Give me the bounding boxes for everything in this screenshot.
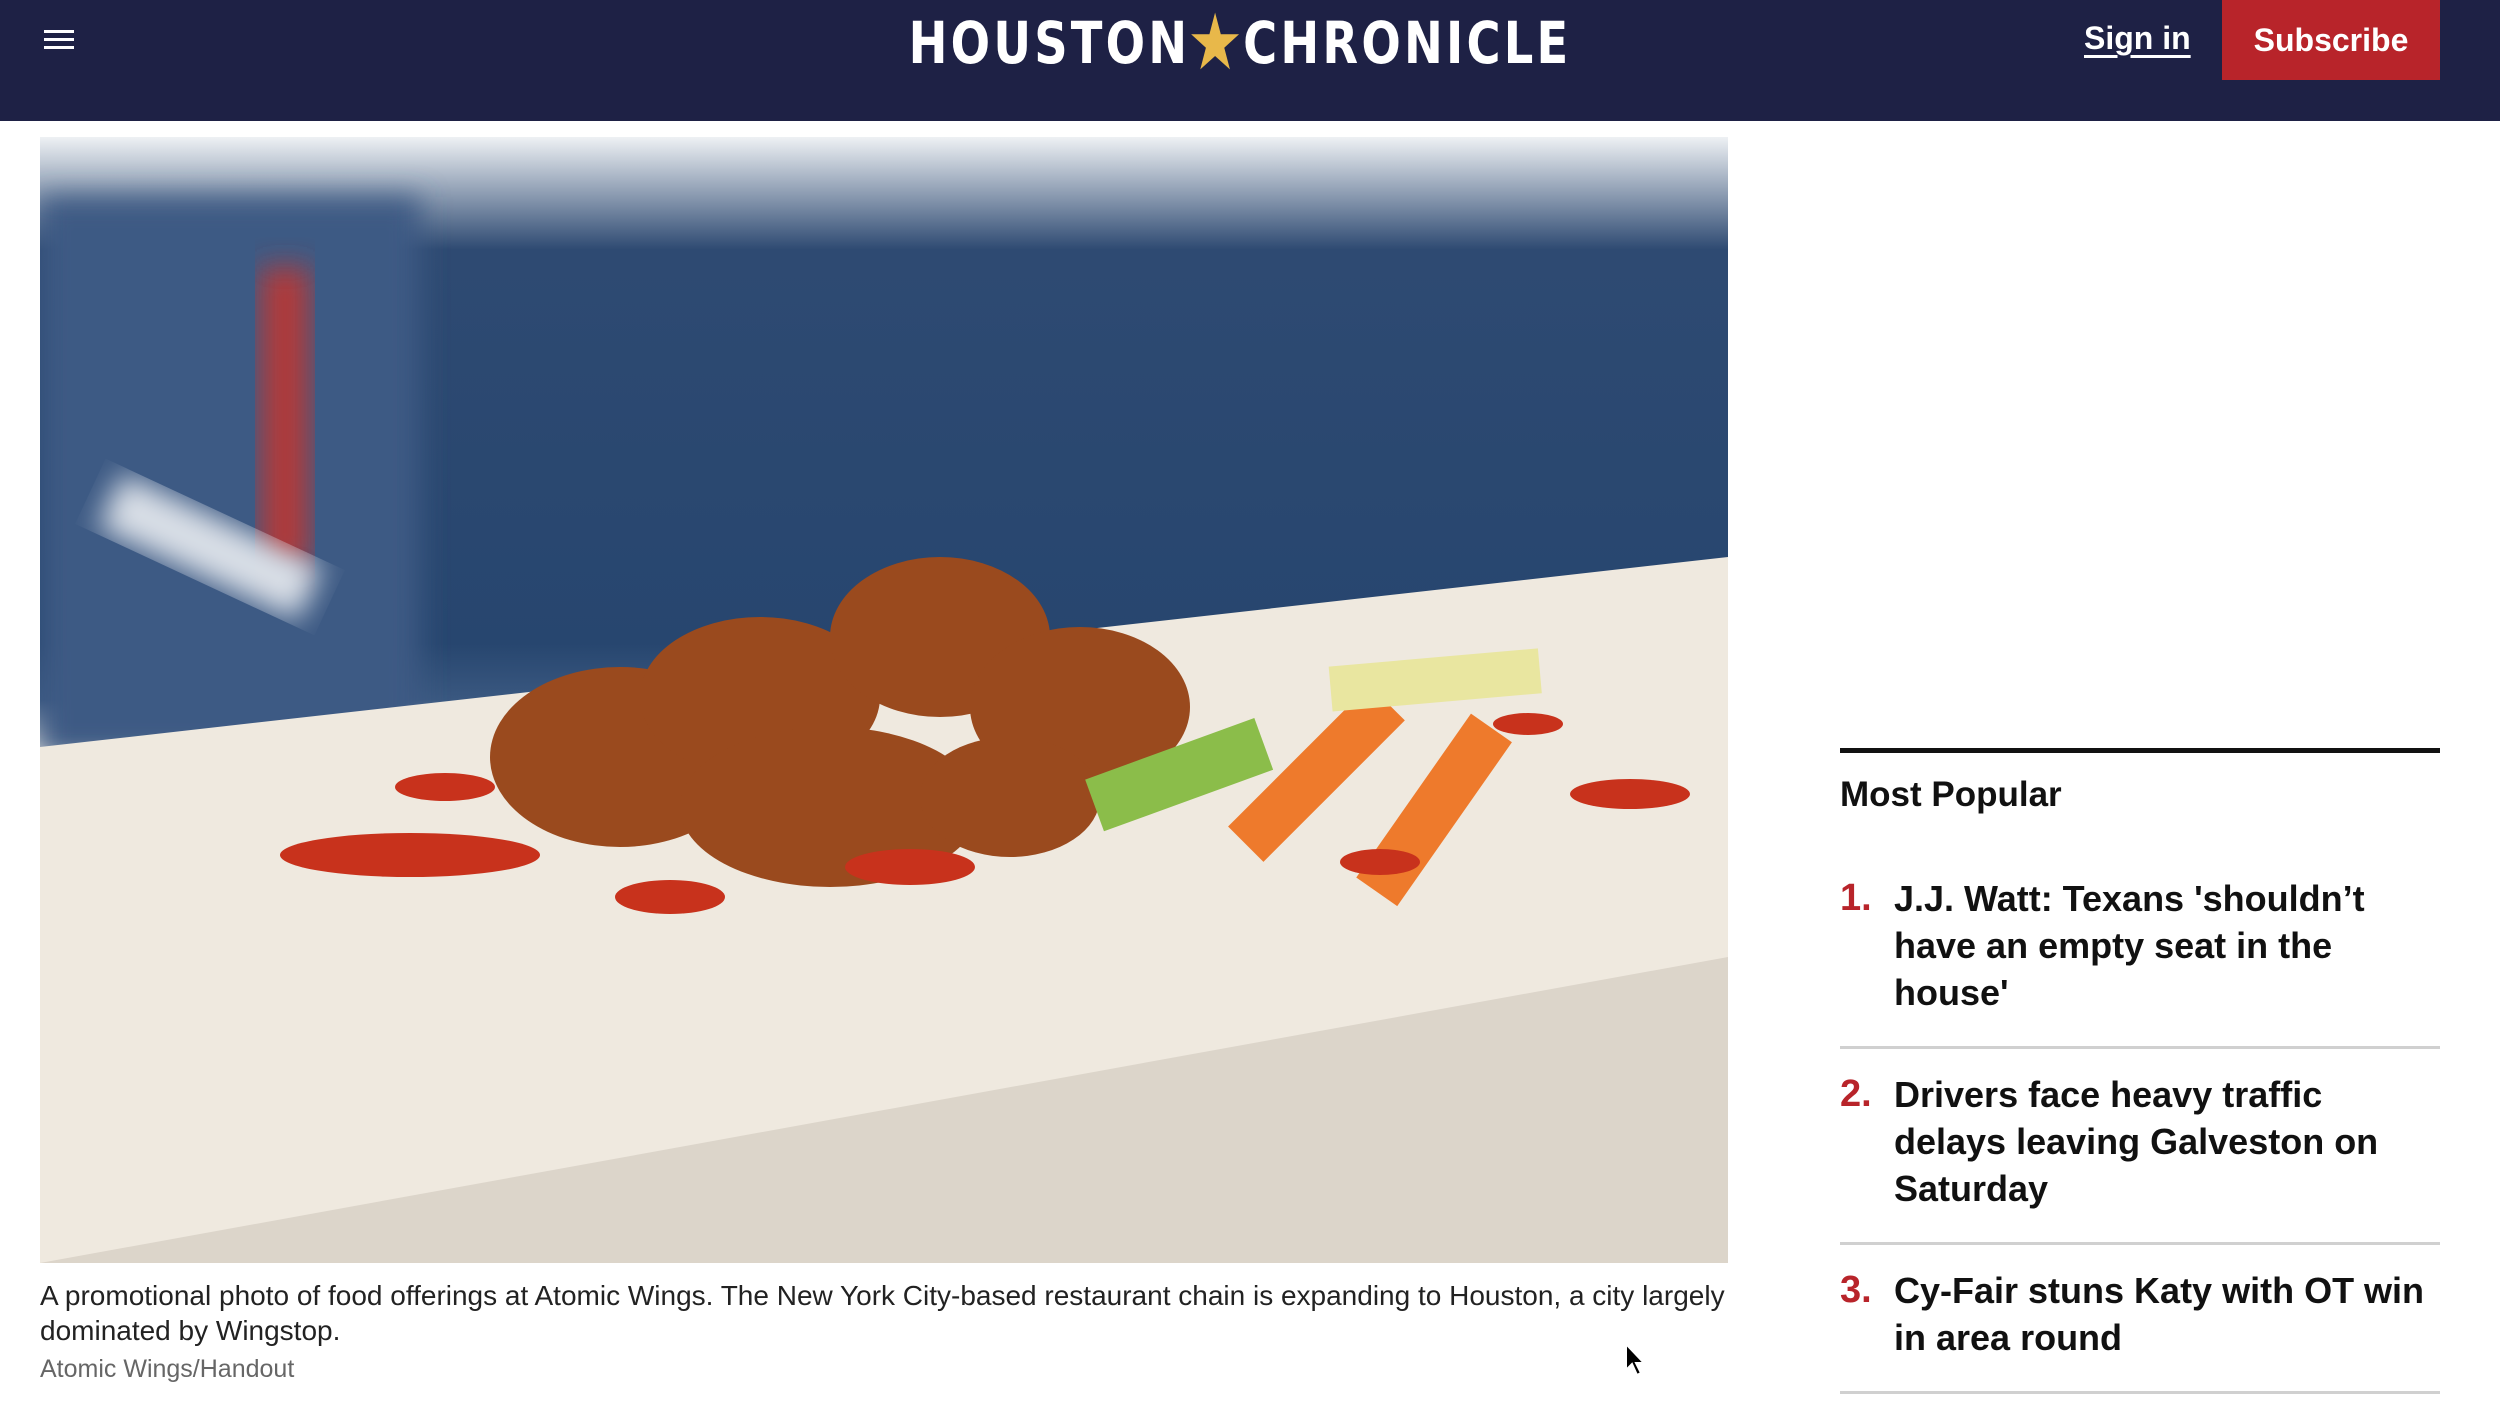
item-number: 1. <box>1840 877 1872 919</box>
popular-item[interactable]: 1. J.J. Watt: Texans 'shouldn’t have an … <box>1840 853 2440 1049</box>
logo-text-left: HOUSTON <box>908 9 1191 77</box>
photo-caption: A promotional photo of food offerings at… <box>40 1280 1725 1346</box>
logo-text-right: CHRONICLE <box>1243 9 1572 77</box>
item-title[interactable]: Drivers face heavy traffic delays leavin… <box>1894 1071 2440 1212</box>
item-title[interactable]: Cy-Fair stuns Katy with OT win in area r… <box>1894 1267 2440 1361</box>
subscribe-button[interactable]: Subscribe <box>2222 0 2440 80</box>
photo-credit: Atomic Wings/Handout <box>40 1355 295 1383</box>
item-number: 3. <box>1840 1269 1872 1311</box>
hamburger-menu-icon[interactable] <box>44 30 74 52</box>
sign-in-link[interactable]: Sign in <box>2084 20 2191 57</box>
star-icon: ★ <box>1187 0 1247 88</box>
item-number: 2. <box>1840 1073 1872 1115</box>
article-photo <box>40 137 1728 1263</box>
popular-item[interactable]: 2. Drivers face heavy traffic delays lea… <box>1840 1049 2440 1245</box>
item-title[interactable]: J.J. Watt: Texans 'shouldn’t have an emp… <box>1894 875 2440 1016</box>
most-popular-section: Most Popular 1. J.J. Watt: Texans 'shoul… <box>1840 748 2440 1394</box>
site-logo[interactable]: HOUSTON ★ CHRONICLE <box>909 0 1569 88</box>
popular-item[interactable]: 3. Cy-Fair stuns Katy with OT win in are… <box>1840 1245 2440 1394</box>
site-header: HOUSTON ★ CHRONICLE Sign in Subscribe <box>0 0 2500 121</box>
mouse-cursor-icon <box>1625 1342 1647 1377</box>
most-popular-heading: Most Popular <box>1840 775 2062 814</box>
